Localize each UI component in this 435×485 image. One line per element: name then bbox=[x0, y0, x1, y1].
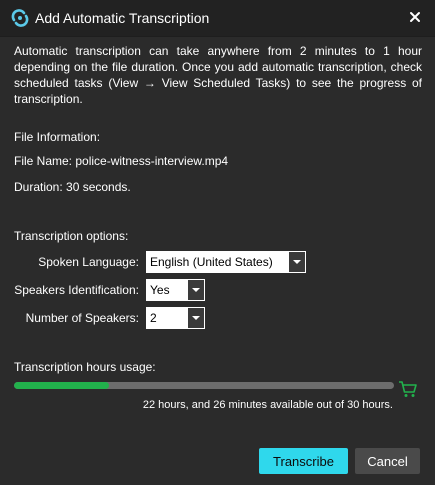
speakers-identification-value: Yes bbox=[150, 283, 170, 297]
options-heading: Transcription options: bbox=[14, 229, 129, 243]
intro-text: Automatic transcription can take anywher… bbox=[14, 44, 422, 106]
app-logo-icon bbox=[10, 8, 30, 28]
file-info-heading: File Information: bbox=[14, 130, 101, 144]
spoken-language-label: Spoken Language: bbox=[38, 255, 139, 269]
title-bar: Add Automatic Transcription bbox=[0, 0, 435, 36]
number-of-speakers-select[interactable]: 2 bbox=[146, 307, 205, 329]
chevron-down-icon[interactable] bbox=[187, 279, 205, 301]
add-automatic-transcription-dialog: Add Automatic Transcription Automatic tr… bbox=[0, 0, 435, 485]
usage-progress-fill bbox=[14, 382, 109, 389]
speakers-identification-select[interactable]: Yes bbox=[146, 279, 205, 301]
speakers-identification-label: Speakers Identification: bbox=[14, 283, 139, 297]
close-icon[interactable] bbox=[407, 9, 423, 25]
chevron-down-icon[interactable] bbox=[288, 251, 306, 273]
cancel-button[interactable]: Cancel bbox=[355, 448, 420, 474]
usage-summary: 22 hours, and 26 minutes available out o… bbox=[142, 399, 393, 411]
chevron-down-icon[interactable] bbox=[187, 307, 205, 329]
duration-text: Duration: 30 seconds. bbox=[14, 180, 131, 194]
spoken-language-value: English (United States) bbox=[150, 255, 273, 269]
spoken-language-select[interactable]: English (United States) bbox=[146, 251, 306, 273]
title-divider bbox=[0, 36, 435, 37]
usage-progress-bar bbox=[14, 382, 394, 389]
dialog-title: Add Automatic Transcription bbox=[35, 10, 210, 26]
transcribe-button[interactable]: Transcribe bbox=[259, 448, 348, 474]
number-of-speakers-label: Number of Speakers: bbox=[25, 311, 139, 325]
shopping-cart-icon[interactable] bbox=[398, 379, 418, 399]
file-name-text: File Name: police-witness-interview.mp4 bbox=[14, 154, 229, 168]
usage-heading: Transcription hours usage: bbox=[14, 360, 156, 374]
number-of-speakers-value: 2 bbox=[150, 311, 157, 325]
